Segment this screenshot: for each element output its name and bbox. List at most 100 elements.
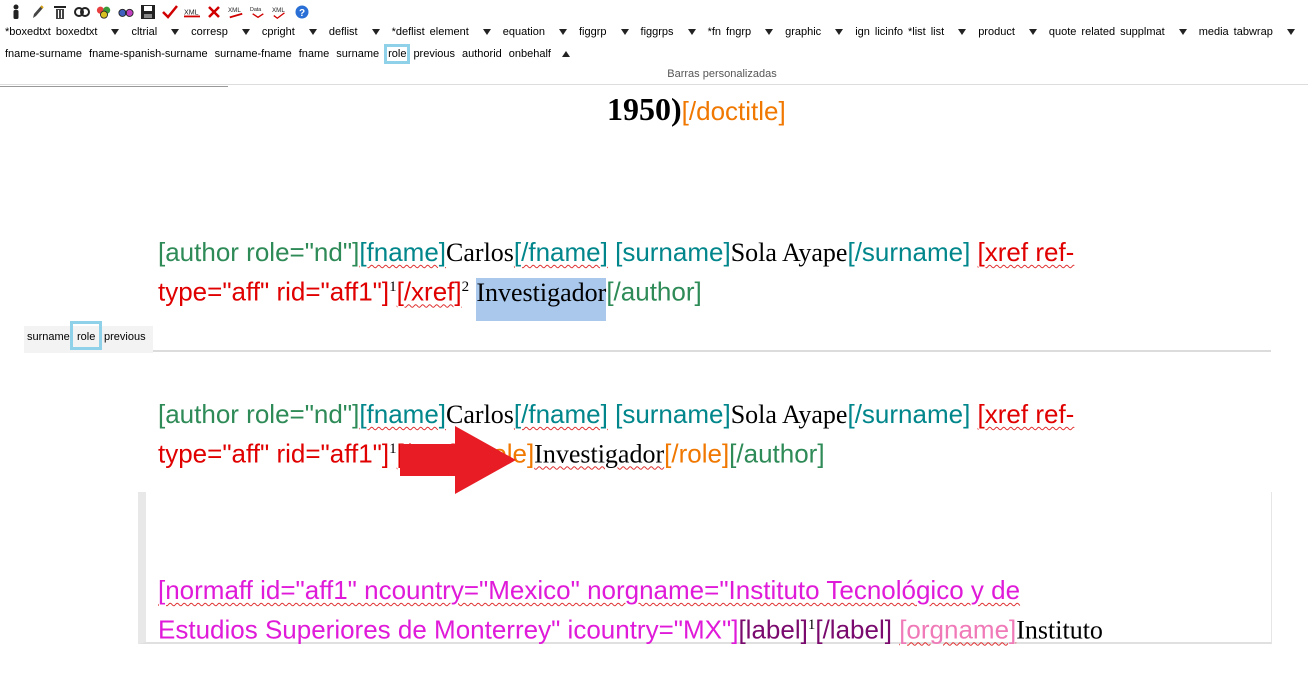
collapse-toolbar-icon[interactable]	[562, 51, 570, 57]
toolbar-tag-label: *fn	[707, 26, 722, 38]
toolbar-tag-figgrp[interactable]: figgrp	[579, 26, 636, 38]
toolbar-tag-boxedtxt-star[interactable]: *boxedtxt	[5, 26, 51, 38]
toolbar-tag-product[interactable]: product	[978, 26, 1044, 38]
mini-previous-button[interactable]: previous	[104, 331, 146, 343]
toolbar-tag-label: *boxedtxt	[5, 26, 51, 38]
toolbar-tag-licinfo[interactable]: licinfo	[875, 26, 903, 38]
toolbar-tag-label: quote	[1048, 26, 1077, 38]
chevron-down-icon[interactable]	[765, 29, 774, 35]
toolbar-tag-related[interactable]: related	[1081, 26, 1115, 38]
toolbar-divider-short	[0, 86, 228, 87]
toolbar-tag-list[interactable]: list	[931, 26, 973, 38]
toolbar-button-previous[interactable]: previous	[413, 48, 455, 60]
toolbar-tag-supplmat[interactable]: supplmat	[1120, 26, 1194, 38]
mini-surname-button[interactable]: surname	[27, 331, 70, 343]
toolbar-tag-boxedtxt[interactable]: boxedtxt	[56, 26, 127, 38]
author-open-tag: [author role="nd"]	[158, 399, 360, 429]
toolbar-tag-label: related	[1081, 26, 1116, 38]
toolbar-tag-media[interactable]: media	[1199, 26, 1229, 38]
link-icon[interactable]	[74, 4, 90, 20]
toolbar-tag-fngrp[interactable]: fngrp	[726, 26, 780, 38]
toolbar-tag-ign[interactable]: ign	[855, 26, 870, 38]
toolbar-button-authorid[interactable]: authorid	[462, 48, 502, 60]
save-icon[interactable]	[140, 4, 156, 20]
toolbar-tag-label: equation	[502, 26, 545, 38]
close-icon[interactable]	[206, 4, 222, 20]
chevron-down-icon[interactable]	[171, 29, 180, 35]
surname-open-tag: [surname]	[615, 237, 731, 267]
toolbar-button-surname-fname[interactable]: surname-fname	[215, 48, 292, 60]
xml-check-icon[interactable]: XML	[228, 4, 244, 20]
toolbar-tag-label: cpright	[261, 26, 295, 38]
label-close-tag: [/label]	[815, 614, 892, 645]
chevron-down-icon[interactable]	[111, 29, 120, 35]
group-icon[interactable]	[96, 4, 112, 20]
toolbar-tag-quote[interactable]: quote	[1049, 26, 1077, 38]
chevron-down-icon[interactable]	[620, 29, 629, 35]
toolbar-divider	[0, 84, 1308, 85]
trash-icon[interactable]	[52, 4, 68, 20]
author-close-tag: [/author]	[729, 438, 825, 469]
chevron-down-icon[interactable]	[835, 29, 844, 35]
toolbar-tag-fn-star[interactable]: *fn	[708, 26, 721, 38]
glasses-icon[interactable]	[118, 4, 134, 20]
fname-open-tag: [fname]	[359, 399, 447, 429]
toolbar-tag-equation[interactable]: equation	[503, 26, 574, 38]
toolbar-tag-cpright[interactable]: cpright	[262, 26, 324, 38]
toolbar-tag-graphic[interactable]: graphic	[785, 26, 850, 38]
selected-role-text[interactable]: Investigador	[476, 277, 607, 321]
surname-close-tag: [/surname]	[847, 237, 971, 267]
toolbar-tag-cltrial[interactable]: cltrial	[131, 26, 186, 38]
data-icon[interactable]: Data	[250, 4, 266, 20]
xref-open-tag-b: type="aff" rid="aff1"]	[158, 438, 390, 469]
toolbar-tag-label: figgrp	[579, 26, 607, 38]
help-icon[interactable]: ?	[294, 4, 310, 20]
fname-text: Carlos	[446, 400, 514, 429]
chevron-down-icon[interactable]	[687, 29, 696, 35]
pencil-icon[interactable]	[30, 4, 46, 20]
xml-icon[interactable]: XML	[184, 4, 200, 20]
doctitle-year: 1950)	[607, 91, 682, 127]
toolbar-caption: Barras personalizadas	[667, 68, 777, 80]
doctitle-line: 1950)[/doctitle]	[607, 92, 786, 129]
toolbar-button-fname-spanish-surname[interactable]: fname-spanish-surname	[89, 48, 208, 60]
check-icon[interactable]	[162, 4, 178, 20]
orgname-text: Instituto	[1016, 615, 1103, 645]
author-markup-after: [author role="nd"][fname]Carlos[/fname] …	[158, 397, 1238, 472]
toolbar-tag-label: figgrps	[640, 26, 674, 38]
xref-open-tag-a: [xref ref-	[977, 399, 1075, 429]
fname-open-tag: [fname]	[359, 237, 447, 267]
toolbar-tag-label: supplmat	[1120, 26, 1165, 38]
label-open-tag: [label]	[738, 614, 808, 645]
toolbar-tag-list-star[interactable]: *list	[908, 26, 926, 38]
section-separator	[153, 350, 1271, 352]
chevron-down-icon[interactable]	[559, 29, 567, 35]
toolbar-button-fname-surname[interactable]: fname-surname	[5, 48, 82, 60]
toolbar-tag-deflist[interactable]: deflist	[329, 26, 387, 38]
toolbar-tag-element[interactable]: element	[430, 26, 498, 38]
chevron-down-icon[interactable]	[1178, 29, 1187, 35]
toolbar-button-fname[interactable]: fname	[299, 48, 330, 60]
toolbar-button-surname[interactable]: surname	[336, 48, 379, 60]
chevron-down-icon[interactable]	[241, 29, 250, 35]
svg-text:XML: XML	[228, 7, 241, 14]
xml-check2-icon[interactable]: XML	[272, 4, 288, 20]
author-close-tag: [/author]	[606, 276, 702, 307]
person-icon[interactable]	[8, 4, 24, 20]
chevron-down-icon[interactable]	[1286, 29, 1295, 35]
toolbar-tag-corresp[interactable]: corresp	[191, 26, 257, 38]
svg-text:Data: Data	[250, 7, 261, 13]
chevron-down-icon[interactable]	[1028, 29, 1037, 35]
chevron-down-icon[interactable]	[482, 29, 491, 35]
chevron-down-icon[interactable]	[958, 29, 967, 35]
toolbar-tag-label: fngrp	[726, 26, 752, 38]
chevron-down-icon[interactable]	[371, 29, 380, 35]
toolbar-button-role[interactable]: role	[384, 44, 411, 64]
toolbar-tag-deflist-star[interactable]: *deflist	[392, 26, 425, 38]
toolbar-tag-figgrps[interactable]: figgrps	[641, 26, 703, 38]
toolbar-tag-tabwrap[interactable]: tabwrap	[1234, 26, 1302, 38]
chevron-down-icon[interactable]	[308, 29, 317, 35]
toolbar-tag-label: ign	[855, 26, 870, 38]
toolbar-tag-label: tabwrap	[1233, 26, 1273, 38]
toolbar-button-onbehalf[interactable]: onbehalf	[509, 48, 551, 60]
